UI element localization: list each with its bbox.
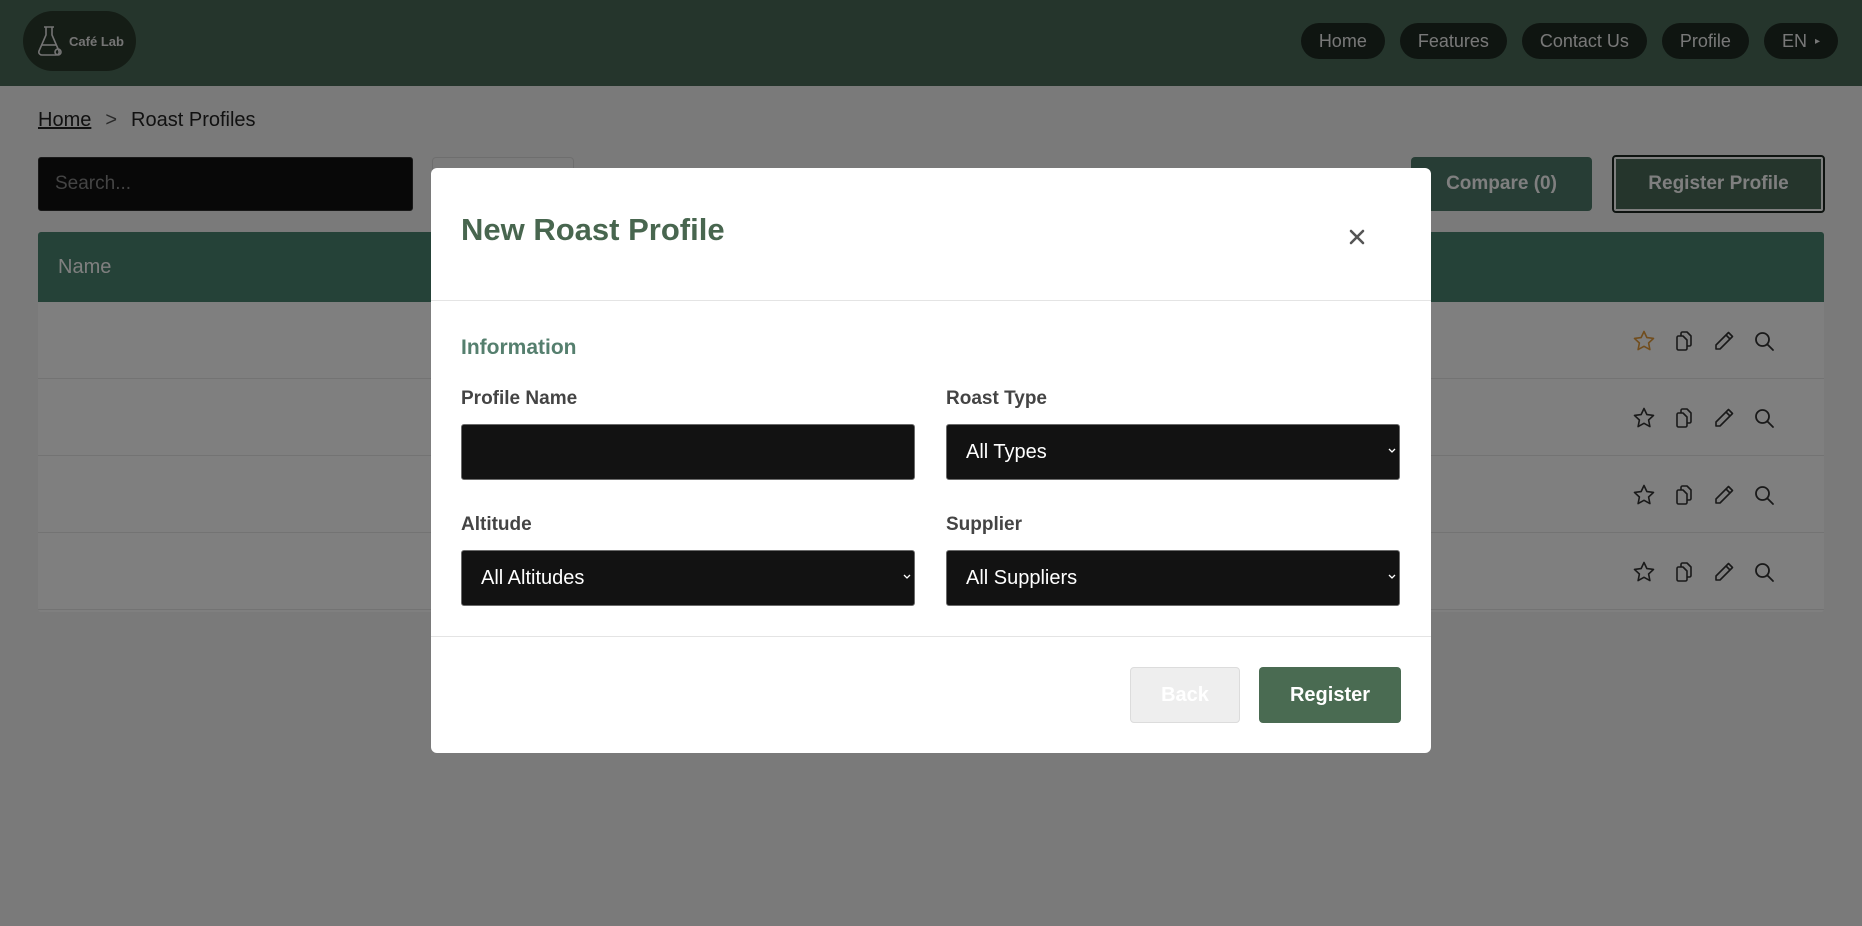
new-roast-profile-modal: New Roast Profile Information Profile Na… bbox=[431, 168, 1431, 753]
roast-type-value: All Types bbox=[966, 440, 1047, 463]
supplier-value: All Suppliers bbox=[966, 566, 1078, 589]
profile-name-input[interactable] bbox=[461, 424, 915, 480]
modal-header: New Roast Profile bbox=[431, 168, 1431, 301]
chevron-down-icon bbox=[903, 574, 911, 579]
supplier-select[interactable]: All Suppliers bbox=[946, 550, 1400, 606]
altitude-label: Altitude bbox=[461, 514, 532, 535]
roast-type-label: Roast Type bbox=[946, 388, 1048, 409]
back-button[interactable]: Back bbox=[1130, 667, 1240, 723]
chevron-down-icon bbox=[1388, 448, 1396, 453]
register-button[interactable]: Register bbox=[1259, 667, 1401, 723]
modal-footer: Back Register bbox=[431, 636, 1431, 753]
section-title-information: Information bbox=[461, 336, 577, 359]
altitude-select[interactable]: All Altitudes bbox=[461, 550, 915, 606]
modal-title: New Roast Profile bbox=[461, 212, 725, 247]
chevron-down-icon bbox=[1388, 574, 1396, 579]
close-icon bbox=[1349, 229, 1365, 245]
close-button[interactable] bbox=[1342, 222, 1372, 252]
supplier-label: Supplier bbox=[946, 514, 1023, 535]
altitude-value: All Altitudes bbox=[481, 566, 585, 589]
roast-type-select[interactable]: All Types bbox=[946, 424, 1400, 480]
profile-name-label: Profile Name bbox=[461, 388, 578, 409]
